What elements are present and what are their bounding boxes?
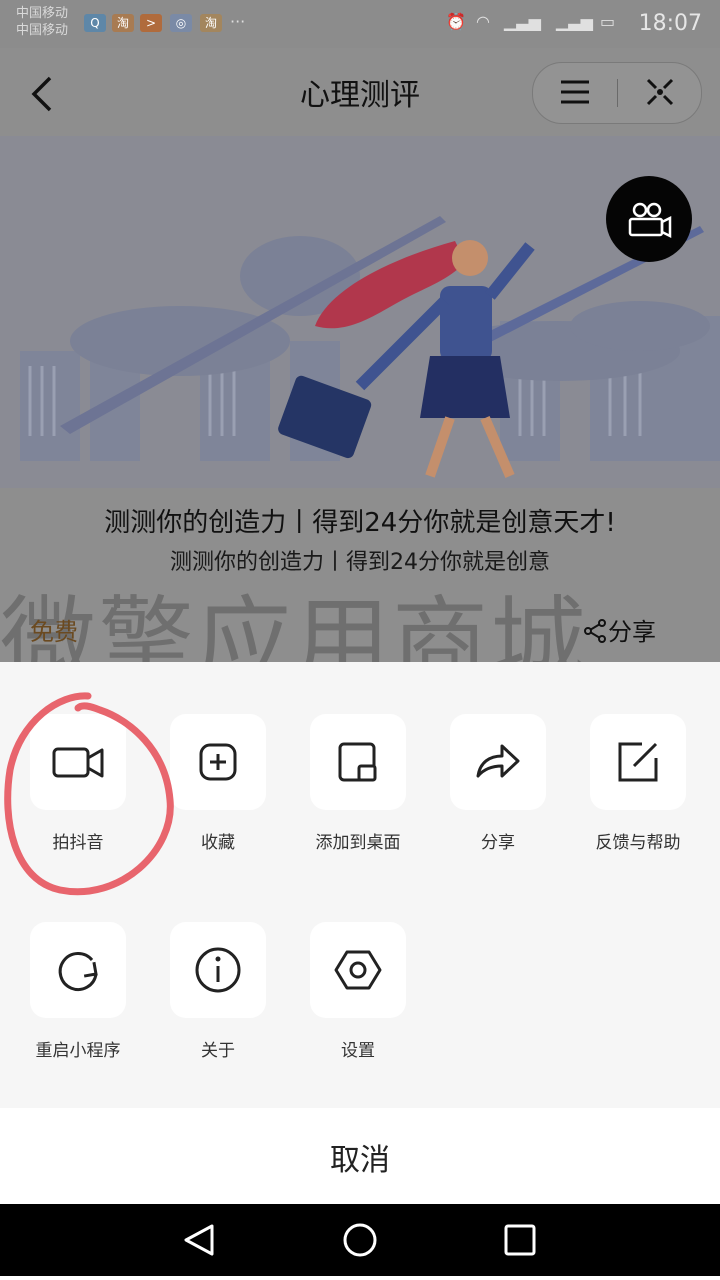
action-label: 拍抖音 — [52, 833, 104, 853]
video-camera-icon — [52, 747, 104, 778]
clock: 18:07 — [638, 11, 702, 36]
cancel-button[interactable]: 取消 — [0, 1118, 720, 1204]
carrier-name: 中国移动 — [16, 6, 69, 21]
video-camera-icon — [628, 202, 672, 239]
action-tile[interactable] — [310, 714, 406, 810]
action-label: 重启小程序 — [35, 1041, 121, 1061]
more-notifications-icon: ··· — [230, 12, 246, 31]
close-target-icon — [646, 78, 674, 106]
capsule-divider — [617, 79, 618, 107]
app-notification-icon: 淘 — [112, 14, 134, 32]
action-tile[interactable] — [310, 922, 406, 1018]
feedback-edit-icon — [618, 742, 658, 782]
back-triangle-icon[interactable] — [184, 1224, 214, 1256]
signal-icon: ▁▃▅ — [504, 12, 541, 31]
recent-apps-square-icon[interactable] — [504, 1224, 536, 1256]
action-tile[interactable] — [30, 922, 126, 1018]
action-label: 收藏 — [201, 833, 235, 853]
system-navigation-bar — [0, 1204, 720, 1276]
signal-icon: ▁▃▅ — [556, 12, 593, 31]
action-label: 添加到桌面 — [315, 833, 401, 853]
add-to-desktop-icon — [338, 742, 377, 782]
action-label: 反馈与帮助 — [595, 833, 681, 853]
alarm-icon: ⏰ — [446, 12, 466, 31]
share-arrow-icon — [476, 744, 520, 778]
action-tile[interactable] — [30, 714, 126, 810]
menu-button[interactable] — [558, 74, 592, 110]
action-tile[interactable] — [450, 714, 546, 810]
settings-hexagon-icon — [334, 950, 382, 990]
sheet-divider — [0, 1108, 720, 1118]
action-tile[interactable] — [170, 714, 266, 810]
share-icon — [584, 619, 606, 643]
action-tile[interactable] — [590, 714, 686, 810]
info-icon — [195, 947, 241, 993]
app-notification-icon: Q — [84, 14, 106, 32]
app-notification-icon: 淘 — [200, 14, 222, 32]
quiz-title: 测测你的创造力丨得到24分你就是创意天才! — [104, 508, 616, 538]
share-link[interactable]: 分享 — [582, 612, 656, 647]
home-circle-icon[interactable] — [343, 1223, 377, 1257]
share-label: 分享 — [608, 618, 656, 646]
record-video-button[interactable] — [606, 176, 692, 262]
app-notification-icon: > — [140, 14, 162, 32]
action-label: 分享 — [481, 833, 515, 853]
restart-icon — [58, 952, 98, 991]
app-notification-icon: ◎ — [170, 14, 192, 32]
close-button[interactable] — [642, 74, 678, 110]
action-label: 设置 — [341, 1041, 375, 1061]
carrier-name-secondary: 中国移动 — [16, 23, 69, 38]
status-bar: 中国移动 中国移动 Q 淘 > ◎ 淘 ··· ⏰ ◠ ▁▃▅ ▁▃▅ ▭ 18… — [0, 0, 720, 48]
price-label: 免费 — [30, 618, 78, 646]
wifi-icon: ◠ — [476, 12, 490, 31]
add-favorite-icon — [199, 743, 237, 781]
action-label: 关于 — [201, 1041, 235, 1061]
action-sheet: 拍抖音 收藏 添加到桌面 分享 反馈与帮助 重启小程序 关于 设置 — [0, 662, 720, 1108]
menu-icon — [561, 80, 589, 104]
action-tile[interactable] — [170, 922, 266, 1018]
battery-icon: ▭ — [600, 12, 616, 31]
